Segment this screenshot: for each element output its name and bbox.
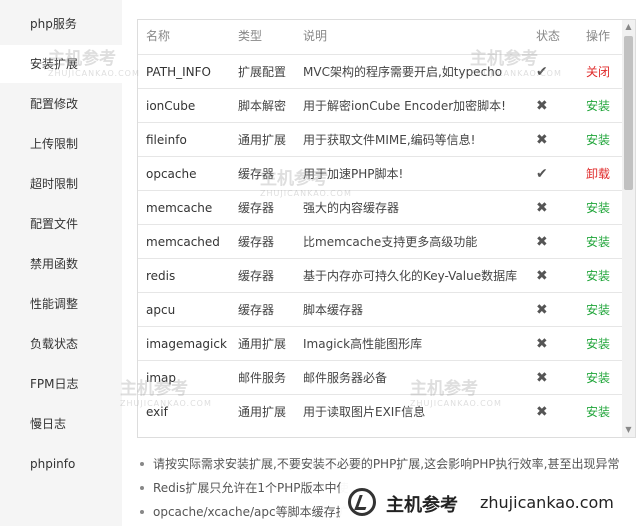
watermark-logo-icon <box>348 488 376 516</box>
row-name: ionCube <box>146 99 196 113</box>
install-button[interactable]: 安装 <box>586 293 610 327</box>
row-type: 缓存器 <box>238 269 275 283</box>
row-desc: MVC架构的程序需要开启,如typecho <box>303 65 503 79</box>
install-button[interactable]: 安装 <box>586 225 610 259</box>
install-button[interactable]: 安装 <box>586 395 610 429</box>
check-icon: ✔ <box>536 166 548 182</box>
table-row: ionCube 脚本解密 用于解密ionCube Encoder加密脚本! ✖ … <box>138 88 623 122</box>
install-button[interactable]: 安装 <box>586 327 610 361</box>
row-desc: 基于内存亦可持久化的Key-Value数据库 <box>303 269 518 283</box>
table-row: memcache 缓存器 强大的内容缓存器 ✖ 安装 <box>138 190 623 224</box>
sidebar-item-performance[interactable]: 性能调整 <box>0 285 122 323</box>
sidebar: php服务 安装扩展 配置修改 上传限制 超时限制 配置文件 禁用函数 性能调整… <box>0 0 122 526</box>
cross-icon: ✖ <box>536 98 548 114</box>
table-row: memcached 缓存器 比memcache支持更多高级功能 ✖ 安装 <box>138 224 623 258</box>
table-row: imagemagick 通用扩展 Imagick高性能图形库 ✖ 安装 <box>138 326 623 360</box>
note-item: 请按实际需求安装扩展,不要安装不必要的PHP扩展,这会影响PHP执行效率,甚至出… <box>137 452 637 476</box>
table-row: apcu 缓存器 脚本缓存器 ✖ 安装 <box>138 292 623 326</box>
sidebar-item-install-extensions[interactable]: 安装扩展 <box>0 45 122 83</box>
extensions-table-panel: 名称 类型 说明 状态 操作 PATH_INFO 扩展配置 MVC架构的程序需要… <box>137 19 636 438</box>
install-button[interactable]: 安装 <box>586 259 610 293</box>
sidebar-item-disabled-functions[interactable]: 禁用函数 <box>0 245 122 283</box>
row-name: fileinfo <box>146 133 187 147</box>
row-desc: 用于获取文件MIME,编码等信息! <box>303 133 476 147</box>
cross-icon: ✖ <box>536 200 548 216</box>
sidebar-item-timeout-limit[interactable]: 超时限制 <box>0 165 122 203</box>
close-button[interactable]: 关闭 <box>586 55 610 89</box>
sidebar-item-config-file[interactable]: 配置文件 <box>0 205 122 243</box>
row-type: 缓存器 <box>238 167 275 181</box>
row-name: memcached <box>146 235 220 249</box>
table-row: exif 通用扩展 用于读取图片EXIF信息 ✖ 安装 <box>138 394 623 428</box>
row-desc: 用于读取图片EXIF信息 <box>303 405 426 419</box>
watermark-badge: 主机参考 zhujicankao.com <box>340 481 638 526</box>
scroll-up-arrow-icon[interactable]: ▲ <box>622 20 635 34</box>
row-name: opcache <box>146 167 197 181</box>
row-desc: 邮件服务器必备 <box>303 371 388 385</box>
sidebar-item-slow-log[interactable]: 慢日志 <box>0 405 122 443</box>
row-type: 脚本解密 <box>238 99 287 113</box>
sidebar-item-config-edit[interactable]: 配置修改 <box>0 85 122 123</box>
row-desc: 强大的内容缓存器 <box>303 201 400 215</box>
row-desc: 用于解密ionCube Encoder加密脚本! <box>303 99 506 113</box>
cross-icon: ✖ <box>536 302 548 318</box>
row-name: imagemagick <box>146 337 227 351</box>
cross-icon: ✖ <box>536 234 548 250</box>
row-type: 通用扩展 <box>238 337 287 351</box>
row-name: exif <box>146 405 168 419</box>
row-desc: 用于加速PHP脚本! <box>303 167 404 181</box>
watermark-badge-cn: 主机参考 <box>386 495 458 516</box>
scroll-thumb[interactable] <box>624 36 633 190</box>
uninstall-button[interactable]: 卸载 <box>586 157 610 191</box>
header-status: 状态 <box>536 29 561 43</box>
row-desc: Imagick高性能图形库 <box>303 337 423 351</box>
scroll-down-arrow-icon[interactable]: ▼ <box>622 423 635 437</box>
watermark-badge-en: zhujicankao.com <box>480 493 614 512</box>
install-button[interactable]: 安装 <box>586 191 610 225</box>
table-row: fileinfo 通用扩展 用于获取文件MIME,编码等信息! ✖ 安装 <box>138 122 623 156</box>
install-button[interactable]: 安装 <box>586 89 610 123</box>
sidebar-item-fpm-log[interactable]: FPM日志 <box>0 365 122 403</box>
header-desc: 说明 <box>303 29 328 43</box>
row-type: 缓存器 <box>238 201 275 215</box>
row-type: 邮件服务 <box>238 371 287 385</box>
table-header: 名称 类型 说明 状态 操作 <box>138 20 623 53</box>
install-button[interactable]: 安装 <box>586 361 610 395</box>
table-row: PATH_INFO 扩展配置 MVC架构的程序需要开启,如typecho ✔ 关… <box>138 54 623 88</box>
vertical-scrollbar[interactable]: ▲ ▼ <box>622 20 635 437</box>
row-name: memcache <box>146 201 213 215</box>
row-name: apcu <box>146 303 176 317</box>
sidebar-item-load-status[interactable]: 负载状态 <box>0 325 122 363</box>
row-type: 缓存器 <box>238 235 275 249</box>
row-type: 通用扩展 <box>238 405 287 419</box>
row-desc: 脚本缓存器 <box>303 303 364 317</box>
header-op: 操作 <box>586 29 611 43</box>
table-row: imap 邮件服务 邮件服务器必备 ✖ 安装 <box>138 360 623 394</box>
row-type: 通用扩展 <box>238 133 287 147</box>
install-button[interactable]: 安装 <box>586 123 610 157</box>
sidebar-item-phpinfo[interactable]: phpinfo <box>0 445 122 483</box>
header-type: 类型 <box>238 29 263 43</box>
table-row: redis 缓存器 基于内存亦可持久化的Key-Value数据库 ✖ 安装 <box>138 258 623 292</box>
row-name: PATH_INFO <box>146 65 211 79</box>
cross-icon: ✖ <box>536 132 548 148</box>
cross-icon: ✖ <box>536 370 548 386</box>
row-name: redis <box>146 269 176 283</box>
cross-icon: ✖ <box>536 404 548 420</box>
sidebar-item-php-service[interactable]: php服务 <box>0 5 122 43</box>
row-type: 扩展配置 <box>238 65 287 79</box>
row-name: imap <box>146 371 176 385</box>
sidebar-item-upload-limit[interactable]: 上传限制 <box>0 125 122 163</box>
table-row: opcache 缓存器 用于加速PHP脚本! ✔ 卸载 <box>138 156 623 190</box>
row-type: 缓存器 <box>238 303 275 317</box>
row-desc: 比memcache支持更多高级功能 <box>303 235 478 249</box>
cross-icon: ✖ <box>536 336 548 352</box>
check-icon: ✔ <box>536 64 548 80</box>
header-name: 名称 <box>146 29 171 43</box>
cross-icon: ✖ <box>536 268 548 284</box>
